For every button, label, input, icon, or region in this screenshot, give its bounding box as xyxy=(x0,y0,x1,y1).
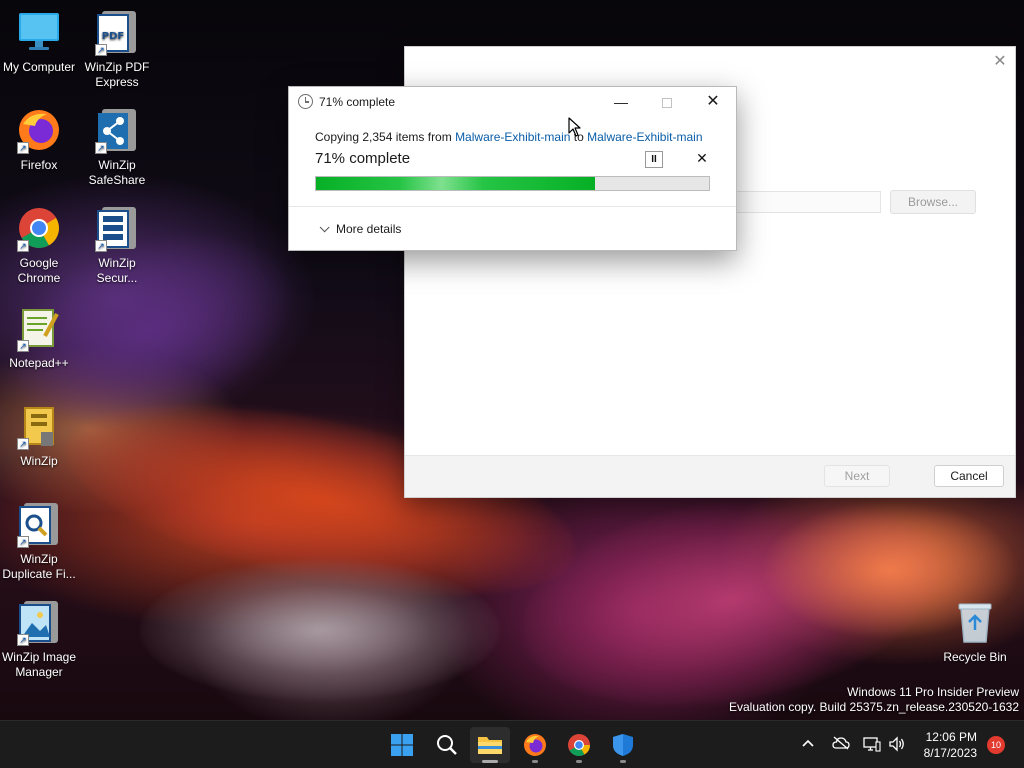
shortcut-arrow-icon: ↗ xyxy=(17,438,29,450)
desktop-icon-recycle-bin[interactable]: Recycle Bin xyxy=(936,598,1014,665)
desktop-icon-winzip-pdf-express[interactable]: PDF ↗ WinZip PDF Express xyxy=(78,8,156,90)
progress-bar-fill xyxy=(316,177,596,190)
defender-icon xyxy=(613,734,633,756)
recycle-bin-icon xyxy=(951,598,999,646)
next-button[interactable]: Next xyxy=(824,465,890,487)
desktop-icon-label: WinZip Duplicate Fi... xyxy=(2,552,76,581)
desktop-icon-label: Google Chrome xyxy=(17,256,61,285)
file-explorer-icon xyxy=(478,737,502,754)
mouse-cursor-icon xyxy=(568,117,582,140)
copy-description: Copying 2,354 items from Malware-Exhibit… xyxy=(315,130,703,144)
copy-prefix-text: Copying 2,354 items from xyxy=(315,130,456,144)
desktop-icon-notepad-plus-plus[interactable]: ↗ Notepad++ xyxy=(0,304,78,371)
firefox-icon xyxy=(524,734,546,756)
chrome-taskbar-button[interactable] xyxy=(559,727,599,763)
desktop-icon-label: WinZip PDF Express xyxy=(84,60,150,89)
running-indicator xyxy=(620,760,626,763)
more-details-toggle[interactable]: More details xyxy=(319,222,401,236)
desktop-icon-my-computer[interactable]: My Computer xyxy=(0,8,78,75)
more-details-label: More details xyxy=(336,222,402,236)
desktop-icon-label: WinZip xyxy=(20,454,58,468)
running-indicator xyxy=(532,760,538,763)
source-folder-link[interactable]: Malware-Exhibit-main xyxy=(455,130,570,144)
desktop-icon-label: Notepad++ xyxy=(9,356,69,370)
winzip-image-manager-icon: ↗ xyxy=(15,598,63,646)
file-explorer-taskbar-button[interactable] xyxy=(470,727,510,763)
start-icon xyxy=(391,734,413,756)
desktop-icon-label: My Computer xyxy=(2,60,76,74)
system-clock[interactable]: 12:06 PM 8/17/2023 xyxy=(924,729,977,761)
network-icon[interactable] xyxy=(863,736,881,755)
desktop-icon-winzip-duplicate-finder[interactable]: ↗ WinZip Duplicate Fi... xyxy=(0,500,78,582)
clock-date: 8/17/2023 xyxy=(923,746,977,760)
running-indicator xyxy=(482,760,498,763)
desktop-icon-winzip-image-manager[interactable]: ↗ WinZip Image Manager xyxy=(0,598,78,680)
search-icon xyxy=(437,735,457,755)
shortcut-arrow-icon: ↗ xyxy=(95,240,107,252)
winzip-icon: ↗ xyxy=(15,402,63,450)
notification-badge[interactable]: 10 xyxy=(987,736,1005,754)
firefox-taskbar-button[interactable] xyxy=(515,727,555,763)
chevron-down-icon xyxy=(319,222,330,233)
maximize-button[interactable] xyxy=(644,87,690,117)
defender-taskbar-button[interactable] xyxy=(603,727,643,763)
close-icon[interactable]: ✕ xyxy=(991,53,1009,71)
desktop-icon-winzip-safeshare[interactable]: ↗ WinZip SafeShare xyxy=(78,106,156,188)
dialog-title: 71% complete xyxy=(319,95,396,109)
desktop-icon-firefox[interactable]: ↗ Firefox xyxy=(0,106,78,173)
maximize-icon xyxy=(662,97,672,108)
desktop-icon-label: Firefox xyxy=(20,158,58,172)
watermark-line-2: Evaluation copy. Build 25375.zn_release.… xyxy=(729,700,1019,714)
shortcut-arrow-icon: ↗ xyxy=(17,142,29,154)
shortcut-arrow-icon: ↗ xyxy=(17,634,29,646)
desktop-icon-label: WinZip Secur... xyxy=(96,256,138,285)
stop-button[interactable]: ✕ xyxy=(694,150,710,168)
start-button[interactable] xyxy=(382,727,422,763)
notepad-plus-plus-icon: ↗ xyxy=(15,304,63,352)
destination-folder-link[interactable]: Malware-Exhibit-main xyxy=(587,130,702,144)
dialog-titlebar[interactable]: 71% complete — ✕ xyxy=(289,87,736,117)
svg-text:PDF: PDF xyxy=(102,31,124,42)
clock-time: 12:06 PM xyxy=(925,730,977,744)
progress-bar xyxy=(315,176,710,191)
evaluation-watermark: Windows 11 Pro Insider Preview Evaluatio… xyxy=(729,685,1019,715)
winzip-pdf-icon: PDF ↗ xyxy=(93,8,141,56)
browse-button[interactable]: Browse... xyxy=(890,190,976,214)
shortcut-arrow-icon: ↗ xyxy=(17,536,29,548)
chrome-icon: ↗ xyxy=(15,204,63,252)
wizard-footer: Next Cancel xyxy=(405,455,1015,497)
clock-icon xyxy=(298,94,313,109)
divider xyxy=(289,206,736,207)
winzip-duplicate-finder-icon: ↗ xyxy=(15,500,63,548)
onedrive-offline-icon[interactable] xyxy=(832,736,850,753)
minimize-button[interactable]: — xyxy=(598,87,644,117)
shortcut-arrow-icon: ↗ xyxy=(17,340,29,352)
desktop-icon-winzip-secure[interactable]: ↗ WinZip Secur... xyxy=(78,204,156,286)
path-input[interactable] xyxy=(735,191,881,213)
firefox-icon: ↗ xyxy=(15,106,63,154)
percent-complete-heading: 71% complete xyxy=(315,150,411,167)
chevron-up-icon[interactable] xyxy=(802,738,814,750)
search-button[interactable] xyxy=(427,727,467,763)
desktop-icon-winzip[interactable]: ↗ WinZip xyxy=(0,402,78,469)
volume-icon[interactable] xyxy=(888,736,906,755)
desktop-icon-label: WinZip SafeShare xyxy=(88,158,146,187)
winzip-safeshare-icon: ↗ xyxy=(93,106,141,154)
desktop-icon-label: WinZip Image Manager xyxy=(1,650,77,679)
chrome-icon xyxy=(568,734,590,756)
desktop-icon-label: Recycle Bin xyxy=(943,650,1007,664)
shortcut-arrow-icon: ↗ xyxy=(95,142,107,154)
watermark-line-1: Windows 11 Pro Insider Preview xyxy=(847,685,1019,699)
monitor-icon xyxy=(15,8,63,56)
copy-progress-dialog: 71% complete — ✕ Copying 2,354 items fro… xyxy=(288,86,737,251)
close-button[interactable]: ✕ xyxy=(690,87,736,117)
taskbar: 12:06 PM 8/17/2023 10 xyxy=(0,720,1024,768)
running-indicator xyxy=(576,760,582,763)
pause-button[interactable]: II xyxy=(645,151,663,168)
cancel-button[interactable]: Cancel xyxy=(934,465,1004,487)
winzip-secure-backup-icon: ↗ xyxy=(93,204,141,252)
desktop-icon-google-chrome[interactable]: ↗ Google Chrome xyxy=(0,204,78,286)
shortcut-arrow-icon: ↗ xyxy=(17,240,29,252)
shortcut-arrow-icon: ↗ xyxy=(95,44,107,56)
